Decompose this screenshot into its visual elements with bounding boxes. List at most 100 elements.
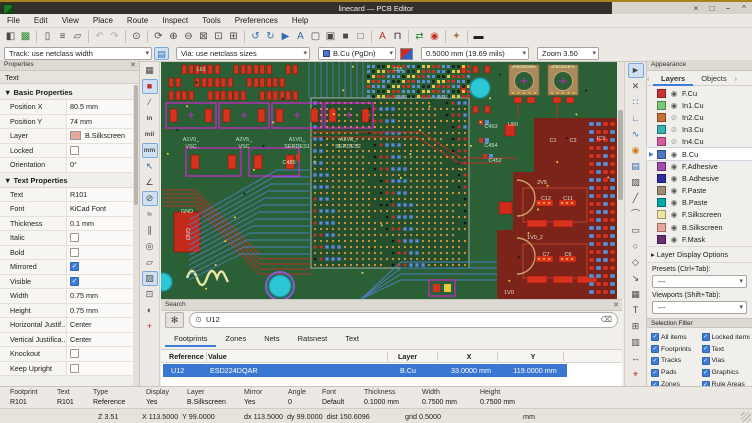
search-tab-footprints[interactable]: Footprints — [165, 332, 216, 347]
add-footprint-tool-button[interactable]: ▤ — [628, 159, 644, 174]
no-connection-tool-button[interactable]: ✕ — [628, 79, 644, 94]
property-value[interactable]: 0° — [66, 158, 133, 172]
search-input[interactable]: ⊙ U12 ⌫ — [189, 312, 618, 328]
print-button[interactable]: ≡ — [55, 29, 70, 44]
search-settings-button[interactable]: ✻ — [165, 312, 184, 328]
property-checkbox[interactable]: ✓ — [70, 262, 79, 271]
layer-pair-indicator[interactable] — [400, 48, 413, 60]
route-tracks-tool-button[interactable]: ∟ — [628, 111, 644, 126]
layer-row-f-cu[interactable]: ◉F.Cu — [647, 87, 752, 99]
layer-row-b-paste[interactable]: ◉B.Paste — [647, 197, 752, 209]
via-display-button[interactable]: ⊓ — [390, 29, 405, 44]
origin-tool-button[interactable]: ⌖ — [628, 367, 644, 382]
layer-row-in3-cu[interactable]: ⊘In3.Cu — [647, 124, 752, 136]
visibility-eye-icon[interactable]: ◉ — [669, 174, 679, 183]
property-value[interactable]: Center — [66, 318, 133, 332]
undo-button[interactable]: ↶ — [92, 29, 107, 44]
zoom-objects-button[interactable]: ⊡ — [211, 29, 226, 44]
via-display-mode-button[interactable]: ◎ — [142, 239, 158, 254]
filter-checkbox[interactable]: ✓ — [651, 369, 659, 377]
layer-row-f-adhesive[interactable]: ◉F.Adhesive — [647, 160, 752, 172]
update-pcb-from-schematic-button[interactable]: ⇄ — [412, 29, 427, 44]
grid-visibility-button[interactable]: ▦ — [142, 63, 158, 78]
layer-row-b-adhesive[interactable]: ◉B.Adhesive — [647, 172, 752, 184]
filter-checkbox[interactable]: ✓ — [702, 357, 710, 365]
run-drc-button[interactable]: ◉ — [427, 29, 442, 44]
pcb-canvas[interactable]: L63C55A1V0_VSCA2V5_VSCA1V0_SERDES1A1V0_S… — [161, 62, 617, 299]
search-tab-nets[interactable]: Nets — [255, 332, 288, 345]
units-inches-button[interactable]: in — [142, 111, 158, 126]
redo-button[interactable]: ↷ — [107, 29, 122, 44]
visibility-eye-icon[interactable]: ◉ — [669, 101, 679, 110]
add-table-tool-button[interactable]: ▥ — [628, 335, 644, 350]
polar-coordinates-button[interactable]: ∠ — [142, 175, 158, 190]
add-via-tool-button[interactable]: ◉ — [628, 143, 644, 158]
resize-grip[interactable] — [741, 412, 751, 422]
zone-display-mode-button[interactable]: ▨ — [142, 271, 158, 286]
menu-file[interactable]: File — [0, 14, 27, 27]
property-value[interactable]: ✓ — [66, 275, 133, 289]
property-value[interactable] — [66, 362, 133, 376]
property-value[interactable]: 0.75 mm — [66, 304, 133, 318]
add-leader-tool-button[interactable]: ↘ — [628, 271, 644, 286]
add-dimension-tool-button[interactable]: ↔ — [628, 351, 644, 366]
layer-row-in4-cu[interactable]: ⊘In4.Cu — [647, 136, 752, 148]
properties-section-header[interactable]: ▼ Basic Properties — [0, 85, 133, 100]
search-tab-zones[interactable]: Zones — [216, 332, 255, 345]
column-header-value[interactable]: Value — [208, 352, 227, 361]
property-checkbox[interactable] — [70, 146, 79, 155]
property-checkbox[interactable] — [70, 248, 79, 257]
visibility-eye-icon[interactable]: ◉ — [669, 235, 679, 244]
column-header-reference[interactable]: Reference — [169, 352, 204, 361]
zoom-dropdown[interactable]: Zoom 3.50▾ — [537, 47, 599, 60]
refresh-button[interactable]: ⟳ — [151, 29, 166, 44]
units-mils-button[interactable]: mil — [142, 127, 158, 142]
ungroup-button[interactable]: ▣ — [323, 29, 338, 44]
property-value[interactable]: B.Silkscreen — [66, 129, 133, 143]
filter-checkbox[interactable]: ✓ — [702, 345, 710, 353]
filter-checkbox[interactable]: ✓ — [651, 357, 659, 365]
lock-button[interactable]: ■ — [338, 29, 353, 44]
add-line-tool-button[interactable]: ╱ — [628, 191, 644, 206]
hidden-eye-icon[interactable]: ⊘ — [669, 137, 679, 146]
highlight-net-tool-button[interactable]: ✦ — [449, 29, 464, 44]
properties-section-header[interactable]: ▼ Text Properties — [0, 173, 133, 188]
layer-row-f-paste[interactable]: ◉F.Paste — [647, 185, 752, 197]
layer-row-f-mask[interactable]: ◉F.Mask — [647, 233, 752, 245]
property-checkbox[interactable] — [70, 349, 79, 358]
hidden-eye-icon[interactable]: ⊘ — [669, 113, 679, 122]
menu-preferences[interactable]: Preferences — [228, 14, 285, 27]
property-value[interactable]: Center — [66, 333, 133, 347]
flip-board-view-button[interactable]: ▶ — [278, 29, 293, 44]
board-setup-button[interactable]: ▩ — [18, 29, 33, 44]
drawing-sheet-visibility-button[interactable]: ⊡ — [142, 287, 158, 302]
menu-edit[interactable]: Edit — [27, 14, 55, 27]
property-value[interactable]: 0.75 mm — [66, 289, 133, 303]
via-size-dropdown[interactable]: Via: use netclass sizes▾ — [176, 47, 310, 60]
filter-checkbox[interactable]: ✓ — [651, 345, 659, 353]
tab-scroll-right-icon[interactable]: › — [735, 76, 741, 83]
property-value[interactable] — [66, 144, 133, 158]
visibility-eye-icon[interactable]: ◉ — [669, 223, 679, 232]
add-circle-tool-button[interactable]: ○ — [628, 239, 644, 254]
track-display-mode-button[interactable]: ∥ — [142, 223, 158, 238]
scripting-console-button[interactable]: ▬ — [471, 29, 486, 44]
property-value[interactable]: 74 mm — [66, 115, 133, 129]
mirror-view-button[interactable]: A — [293, 29, 308, 44]
canvas-vertical-scrollbar[interactable] — [617, 62, 624, 299]
layer-row-in2-cu[interactable]: ⊘In2.Cu — [647, 111, 752, 123]
tab-objects[interactable]: Objects — [693, 73, 734, 84]
property-checkbox[interactable]: ✓ — [70, 277, 79, 286]
property-checkbox[interactable] — [70, 364, 79, 373]
track-width-value-dropdown[interactable]: 0.5000 mm (19.69 mils)▾ — [421, 47, 529, 60]
property-value[interactable] — [66, 347, 133, 361]
clear-search-icon[interactable]: ⌫ — [601, 313, 612, 327]
select-tool-button[interactable]: ► — [628, 63, 644, 78]
menu-inspect[interactable]: Inspect — [155, 14, 195, 27]
ratsnest-visibility-button[interactable]: ⊘ — [142, 191, 158, 206]
layer-row-b-cu[interactable]: ▶◉B.Cu — [647, 148, 752, 160]
add-text-tool-button[interactable]: T — [628, 303, 644, 318]
visibility-eye-icon[interactable]: ◉ — [669, 162, 679, 171]
menu-route[interactable]: Route — [120, 14, 155, 27]
property-value[interactable] — [66, 231, 133, 245]
